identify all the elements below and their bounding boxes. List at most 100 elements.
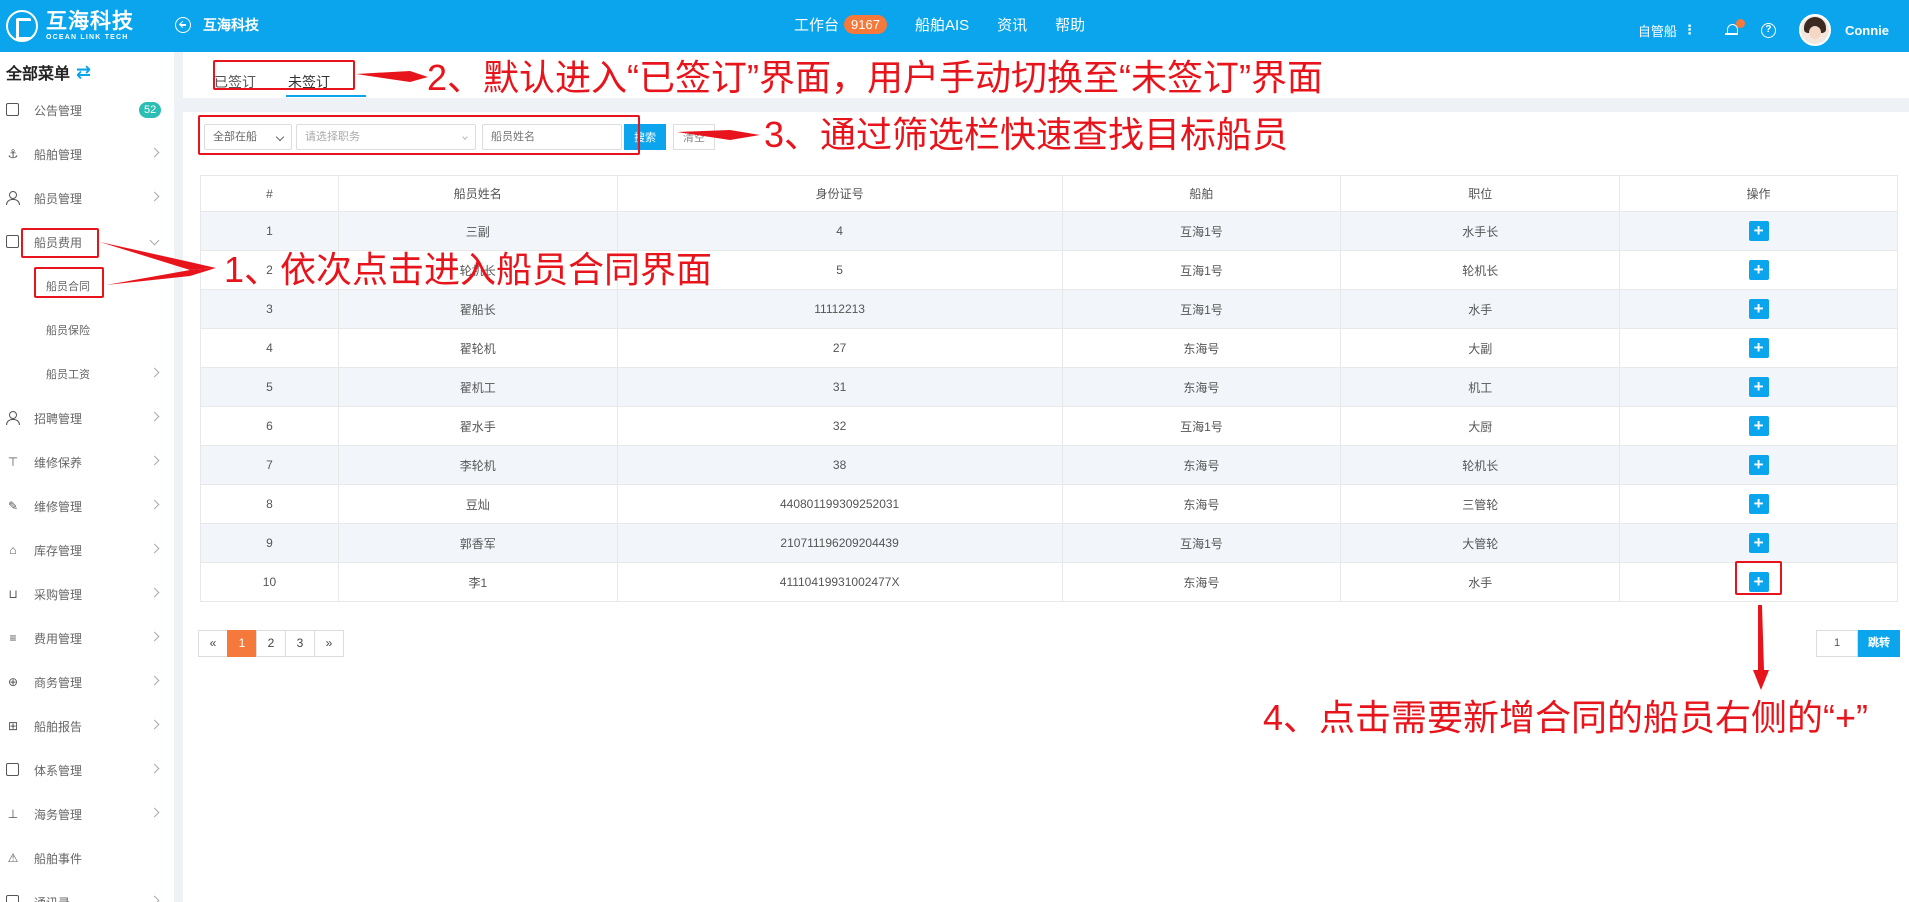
tool-icon: ⊤	[7, 455, 19, 469]
sidebar: 全部菜单 ⇄ 公告管理 52 ⚓ 船舶管理 船员管理 船员费用 船员合同 船员保…	[0, 52, 172, 902]
anchor-icon: ⚓	[7, 147, 19, 161]
swap-icon[interactable]: ⇄	[76, 62, 91, 83]
annotation-step4: 4、点击需要新增合同的船员右侧的“+”	[1263, 697, 1869, 738]
chevron-right-icon	[149, 455, 160, 466]
add-contract-button[interactable]: +	[1748, 377, 1769, 397]
page-button-1[interactable]: 1	[227, 630, 257, 657]
wallet-icon	[6, 235, 20, 249]
page-button-2[interactable]: 2	[256, 630, 286, 657]
logo-title: 互海科技	[46, 10, 134, 33]
page-jump: 1 跳转	[1816, 630, 1900, 657]
user-name[interactable]: Connie	[1845, 23, 1889, 38]
ship-type-selector[interactable]: 自管船 ⋮	[1638, 21, 1696, 40]
bell-icon[interactable]	[1724, 19, 1745, 37]
annotation-step3: 3、通过筛选栏快速查找目标船员	[764, 114, 1289, 155]
nav-news[interactable]: 资讯	[997, 14, 1027, 35]
chevron-right-icon	[149, 499, 160, 510]
person-icon	[6, 191, 20, 205]
sidebar-item-inventory[interactable]: ⌂ 库存管理	[0, 538, 172, 562]
avatar[interactable]	[1798, 14, 1831, 46]
annotation-box-crew-contract	[34, 267, 104, 298]
nav-workbench[interactable]: 工作台 9167	[794, 14, 887, 35]
page-jump-input[interactable]: 1	[1816, 630, 1858, 657]
top-header: 互海科技 OCEAN LINK TECH 互海科技 工作台 9167 船舶AIS…	[0, 0, 1909, 52]
prev-page-button[interactable]: «	[198, 630, 228, 657]
sidebar-item-maintenance[interactable]: ⊤ 维修保养	[0, 450, 172, 474]
sidebar-divider	[174, 52, 183, 902]
coins-icon: ≡	[9, 631, 17, 645]
annotation-box-add-button	[1735, 561, 1782, 595]
sidebar-item-purchase[interactable]: ⊔ 采购管理	[0, 582, 172, 606]
signpost-icon: ⊥	[7, 807, 19, 821]
annotation-step1: 1、依次点击进入船员合同界面	[224, 249, 713, 290]
person-icon	[6, 411, 20, 425]
sidebar-item-notice[interactable]: 公告管理 52	[0, 98, 172, 122]
back-label: 互海科技	[203, 17, 259, 33]
chevron-right-icon	[149, 587, 160, 598]
sidebar-item-ship-event[interactable]: ⚠ 船舶事件	[0, 846, 172, 870]
chevron-right-icon	[149, 191, 160, 202]
globe-icon: ⊕	[7, 675, 19, 689]
sidebar-item-business[interactable]: ⊕ 商务管理	[0, 670, 172, 694]
arrow-step2	[356, 71, 428, 82]
add-contract-button[interactable]: +	[1748, 455, 1769, 475]
sidebar-item-contacts[interactable]: 通讯录	[0, 890, 172, 902]
menu-title[interactable]: 全部菜单 ⇄	[6, 60, 91, 84]
logo-icon	[6, 10, 38, 42]
table-row: 1 三副 4 互海1号 水手长 +	[200, 211, 1898, 251]
top-nav: 工作台 9167 船舶AIS 资讯 帮助	[794, 14, 1113, 35]
chevron-right-icon	[149, 411, 160, 422]
add-contract-button[interactable]: +	[1748, 299, 1769, 319]
grid-icon: ⊞	[7, 719, 19, 733]
add-contract-button[interactable]: +	[1748, 338, 1769, 358]
chevron-right-icon	[149, 631, 160, 642]
table-row: 4 翟轮机 27 东海号 大副 +	[200, 328, 1898, 368]
sidebar-item-ship-report[interactable]: ⊞ 船舶报告	[0, 714, 172, 738]
wrench-icon: ✎	[7, 499, 19, 513]
add-contract-button[interactable]: +	[1748, 260, 1769, 280]
sidebar-item-system[interactable]: 体系管理	[0, 758, 172, 782]
sidebar-item-crew-salary[interactable]: 船员工资	[0, 362, 172, 386]
table-row: 6 翟水手 32 互海1号 大厨 +	[200, 406, 1898, 446]
help-icon[interactable]: ?	[1760, 22, 1776, 38]
sidebar-item-cost[interactable]: ≡ 费用管理	[0, 626, 172, 650]
chevron-right-icon	[149, 719, 160, 730]
table-row: 3 翟船长 11112213 互海1号 水手 +	[200, 289, 1898, 329]
active-tab-indicator	[286, 95, 366, 97]
back-button[interactable]: 互海科技	[175, 15, 259, 35]
warning-icon: ⚠	[7, 851, 19, 865]
sidebar-item-recruit[interactable]: 招聘管理	[0, 406, 172, 430]
next-page-button[interactable]: »	[314, 630, 344, 657]
page-button-3[interactable]: 3	[285, 630, 315, 657]
sidebar-item-ship[interactable]: ⚓ 船舶管理	[0, 142, 172, 166]
table-row: 9 郭香军 210711196209204439 互海1号 大管轮 +	[200, 523, 1898, 563]
sidebar-item-crew[interactable]: 船员管理	[0, 186, 172, 210]
crew-table: # 船员姓名 身份证号 船舶 职位 操作 1 三副 4 互海1号 水手长 + 2 轮机长 5…	[200, 175, 1898, 602]
home-icon: ⌂	[9, 543, 17, 557]
logo[interactable]: 互海科技 OCEAN LINK TECH	[6, 9, 134, 43]
col-id-number: 身份证号	[616, 175, 1063, 212]
add-contract-button[interactable]: +	[1748, 533, 1769, 553]
col-crew-name: 船员姓名	[337, 175, 618, 212]
clear-button[interactable]: 清空	[673, 124, 715, 150]
document-icon	[6, 763, 20, 777]
workbench-badge: 9167	[844, 15, 887, 34]
sidebar-item-crew-insurance[interactable]: 船员保险	[0, 318, 172, 342]
col-ship: 船舶	[1061, 175, 1342, 212]
add-contract-button[interactable]: +	[1748, 416, 1769, 436]
add-contract-button[interactable]: +	[1748, 494, 1769, 514]
annotation-box-crew-expense	[21, 228, 99, 258]
nav-help[interactable]: 帮助	[1055, 14, 1085, 35]
chevron-right-icon	[149, 147, 160, 158]
page-jump-button[interactable]: 跳转	[1858, 630, 1900, 657]
chevron-right-icon	[149, 895, 160, 902]
add-contract-button[interactable]: +	[1748, 221, 1769, 241]
col-action: 操作	[1619, 175, 1898, 212]
content-divider	[183, 98, 1909, 112]
sidebar-item-repair[interactable]: ✎ 维修管理	[0, 494, 172, 518]
col-index: #	[200, 175, 339, 212]
annotation-box-tabs	[213, 60, 355, 90]
sidebar-item-marine[interactable]: ⊥ 海务管理	[0, 802, 172, 826]
chevron-right-icon	[149, 675, 160, 686]
nav-ship-ais[interactable]: 船舶AIS	[915, 14, 969, 35]
